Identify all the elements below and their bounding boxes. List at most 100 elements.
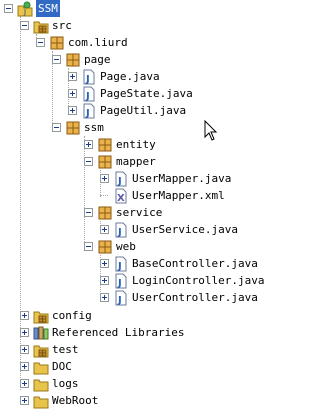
- tree-node-label: Referenced Libraries: [52, 326, 185, 339]
- tree-node-file[interactable]: J PageUtil.java: [68, 102, 186, 119]
- folder-icon: [33, 359, 49, 375]
- expand-toggle[interactable]: [100, 174, 109, 183]
- collapse-toggle[interactable]: [36, 38, 45, 47]
- project-icon: J: [17, 1, 33, 17]
- java-file-icon: J: [113, 256, 129, 272]
- folder-icon: [33, 393, 49, 409]
- tree-node-label: src: [52, 19, 72, 32]
- expand-toggle[interactable]: [20, 311, 29, 320]
- tree-node-logs[interactable]: logs: [20, 375, 79, 392]
- tree-node-label: page: [84, 53, 111, 66]
- source-folder-icon: [33, 308, 49, 324]
- svg-text:J: J: [117, 261, 122, 272]
- tree-node-package-root[interactable]: com.liurd: [36, 34, 128, 51]
- collapse-toggle[interactable]: [4, 4, 13, 13]
- tree-node-file[interactable]: J UserController.java: [100, 289, 258, 306]
- xml-file-icon: X: [113, 188, 129, 204]
- svg-text:J: J: [85, 74, 90, 85]
- tree-node-ssm[interactable]: ssm: [52, 119, 104, 136]
- svg-text:J: J: [23, 8, 26, 16]
- tree-node-label: mapper: [116, 155, 156, 168]
- tree-node-file[interactable]: J UserMapper.java: [100, 170, 231, 187]
- library-icon: [33, 325, 49, 341]
- tree-node-label: web: [116, 240, 136, 253]
- tree-node-file[interactable]: J UserService.java: [100, 221, 238, 238]
- tree-node-web[interactable]: web: [84, 238, 136, 255]
- tree-node-webroot[interactable]: WebRoot: [20, 392, 98, 409]
- tree-node-referenced-libraries[interactable]: Referenced Libraries: [20, 324, 184, 341]
- collapse-toggle[interactable]: [84, 157, 93, 166]
- collapse-toggle[interactable]: [52, 55, 61, 64]
- svg-text:J: J: [117, 295, 122, 306]
- java-file-icon: J: [113, 290, 129, 306]
- tree-node-file[interactable]: X UserMapper.xml: [113, 187, 225, 204]
- tree-node-label: UserService.java: [132, 223, 238, 236]
- expand-toggle[interactable]: [84, 140, 93, 149]
- tree-node-page[interactable]: page: [52, 51, 111, 68]
- package-explorer-tree: J SSM src com.liurd page J Page.java J P…: [0, 0, 285, 411]
- tree-node-doc[interactable]: DOC: [20, 358, 72, 375]
- expand-toggle[interactable]: [68, 89, 77, 98]
- expand-toggle[interactable]: [20, 379, 29, 388]
- package-icon: [97, 137, 113, 153]
- collapse-toggle[interactable]: [84, 242, 93, 251]
- tree-node-label: UserController.java: [132, 291, 258, 304]
- tree-node-test[interactable]: test: [20, 341, 79, 358]
- svg-text:J: J: [85, 91, 90, 102]
- collapse-toggle[interactable]: [84, 208, 93, 217]
- mouse-cursor-icon: [204, 120, 218, 141]
- expand-toggle[interactable]: [68, 106, 77, 115]
- package-icon: [65, 52, 81, 68]
- java-file-icon: J: [81, 86, 97, 102]
- tree-node-label: ssm: [84, 121, 104, 134]
- tree-node-label: test: [52, 343, 79, 356]
- tree-node-entity[interactable]: entity: [84, 136, 156, 153]
- tree-node-label: BaseController.java: [132, 257, 258, 270]
- tree-node-file[interactable]: J BaseController.java: [100, 255, 258, 272]
- tree-node-label: UserMapper.xml: [132, 189, 225, 202]
- tree-node-label: config: [52, 309, 92, 322]
- package-icon: [97, 205, 113, 221]
- tree-node-service[interactable]: service: [84, 204, 162, 221]
- tree-node-label: PageState.java: [100, 87, 193, 100]
- expand-toggle[interactable]: [100, 293, 109, 302]
- tree-node-file[interactable]: J LoginController.java: [100, 272, 264, 289]
- package-icon: [49, 35, 65, 51]
- tree-node-file[interactable]: J PageState.java: [68, 85, 193, 102]
- expand-toggle[interactable]: [100, 225, 109, 234]
- expand-toggle[interactable]: [100, 259, 109, 268]
- tree-node-src[interactable]: src: [20, 17, 72, 34]
- package-icon: [65, 120, 81, 136]
- expand-toggle[interactable]: [20, 396, 29, 405]
- expand-toggle[interactable]: [20, 362, 29, 371]
- expand-toggle[interactable]: [20, 328, 29, 337]
- svg-text:J: J: [117, 176, 122, 187]
- svg-text:J: J: [117, 278, 122, 289]
- tree-node-label: entity: [116, 138, 156, 151]
- tree-node-label: Page.java: [100, 70, 160, 83]
- java-file-icon: J: [81, 103, 97, 119]
- folder-icon: [33, 376, 49, 392]
- source-folder-icon: [33, 342, 49, 358]
- svg-text:J: J: [117, 227, 122, 238]
- java-file-icon: J: [113, 273, 129, 289]
- collapse-toggle[interactable]: [20, 21, 29, 30]
- expand-toggle[interactable]: [20, 345, 29, 354]
- java-file-icon: J: [113, 171, 129, 187]
- source-folder-icon: [33, 18, 49, 34]
- tree-node-label: DOC: [52, 360, 72, 373]
- tree-node-label: service: [116, 206, 163, 219]
- tree-node-mapper[interactable]: mapper: [84, 153, 156, 170]
- tree-node-file[interactable]: J Page.java: [68, 68, 160, 85]
- tree-node-label: com.liurd: [68, 36, 128, 49]
- tree-node-label: WebRoot: [52, 394, 99, 407]
- expand-toggle[interactable]: [68, 72, 77, 81]
- collapse-toggle[interactable]: [52, 123, 61, 132]
- tree-node-label: PageUtil.java: [100, 104, 187, 117]
- tree-node-label: SSM: [36, 0, 60, 17]
- expand-toggle[interactable]: [100, 276, 109, 285]
- tree-node-label: LoginController.java: [132, 274, 265, 287]
- tree-node-label: UserMapper.java: [132, 172, 232, 185]
- tree-node-project[interactable]: J SSM: [4, 0, 60, 17]
- tree-node-config[interactable]: config: [20, 307, 92, 324]
